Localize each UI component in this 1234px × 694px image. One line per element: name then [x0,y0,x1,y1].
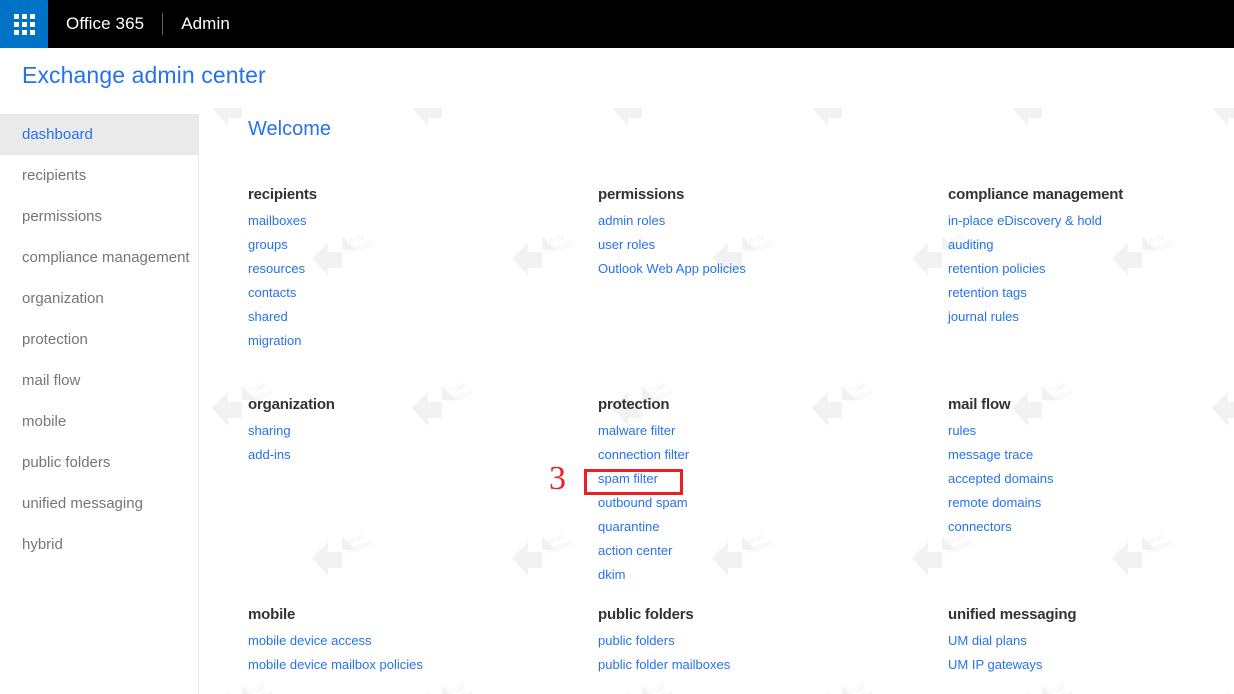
page-title: Exchange admin center [22,62,266,88]
sidebar-item-label: organization [22,290,104,307]
section-link-admin-roles[interactable]: admin roles [598,209,665,233]
main-content: mail master mail master mail master mail master… [200,108,1234,694]
office365-brand-link[interactable]: Office 365 [48,0,162,48]
section-title: mobile [248,606,296,623]
section-compliance-management: compliance management in-place eDiscovery… [948,186,1234,396]
welcome-heading: Welcome [248,118,331,140]
sidebar-item-compliance-management[interactable]: compliance management [0,237,198,278]
section-link-user-roles[interactable]: user roles [598,233,655,257]
sidebar-item-organization[interactable]: organization [0,278,198,319]
sidebar-item-label: hybrid [22,536,63,553]
sidebar-item-label: compliance management [22,249,190,266]
section-link-public-folder-mailboxes[interactable]: public folder mailboxes [598,653,730,677]
sidebar-item-public-folders[interactable]: public folders [0,442,198,483]
watermark-mail-master-icon: mailmaster [408,108,486,138]
section-unified-messaging: unified messaging UM dial plans UM IP gate… [948,606,1234,694]
section-mobile: mobile mobile device access mobile device … [248,606,598,694]
section-title: mail flow [948,396,1011,413]
section-link-sharing[interactable]: sharing [248,419,291,443]
sidebar-item-label: protection [22,331,88,348]
section-link-UM-dial-plans[interactable]: UM dial plans [948,629,1027,653]
section-row: mobile mobile device access mobile device … [248,606,1234,694]
section-row: recipients mailboxes groups resources contac… [248,186,1234,396]
sidebar-item-protection[interactable]: protection [0,319,198,360]
sidebar-item-label: dashboard [22,126,93,143]
section-permissions: permissions admin roles user roles Outlook … [598,186,948,396]
section-link-shared[interactable]: shared [248,305,288,329]
dashboard-sections-grid: recipients mailboxes groups resources contac… [248,186,1234,694]
sidebar-item-label: public folders [22,454,111,471]
sidebar-item-unified-messaging[interactable]: unified messaging [0,483,198,524]
sidebar-item-mobile[interactable]: mobile [0,401,198,442]
section-link-journal-rules[interactable]: journal rules [948,305,1019,329]
watermark-mail-master-icon: mailmaster [1008,108,1086,138]
sidebar-item-label: recipients [22,167,87,184]
waffle-grid-icon [13,13,35,35]
section-link-connection-filter[interactable]: connection filter [598,443,689,467]
section-link-malware-filter[interactable]: malware filter [598,419,675,443]
suite-bar: Office 365 Admin [0,0,1234,48]
sidebar-item-mail-flow[interactable]: mail flow [0,360,198,401]
sidebar-item-label: mobile [22,413,67,430]
section-link-public-folders[interactable]: public folders [598,629,675,653]
section-mail-flow: mail flow rules message trace accepted doma… [948,396,1234,606]
section-row: organization sharing add-ins protection malw… [248,396,1234,606]
section-title: recipients [248,186,317,203]
section-link-message-trace[interactable]: message trace [948,443,1033,467]
section-title: permissions [598,186,685,203]
watermark-mail-master-icon: mailmaster [1208,108,1234,138]
section-link-mailboxes[interactable]: mailboxes [248,209,307,233]
section-link-auditing[interactable]: auditing [948,233,994,257]
section-link-groups[interactable]: groups [248,233,288,257]
section-link-rules[interactable]: rules [948,419,976,443]
section-link-remote-domains[interactable]: remote domains [948,491,1041,515]
section-title: protection [598,396,670,413]
sidebar-item-recipients[interactable]: recipients [0,155,198,196]
section-link-Outlook-Web-App-policies[interactable]: Outlook Web App policies [598,257,746,281]
section-title: public folders [598,606,694,623]
admin-app-link[interactable]: Admin [163,0,248,48]
section-link-mobile-device-access[interactable]: mobile device access [248,629,372,653]
sidebar-item-label: permissions [22,208,103,225]
section-title: compliance management [948,186,1124,203]
sidebar-item-label: unified messaging [22,495,143,512]
section-title: organization [248,396,335,413]
section-link-spam-filter[interactable]: spam filter [598,467,658,491]
section-organization: organization sharing add-ins [248,396,598,606]
sidebar-item-permissions[interactable]: permissions [0,196,198,237]
sidebar-nav: dashboard recipients permissions compliance… [0,114,199,694]
section-link-UM-IP-gateways[interactable]: UM IP gateways [948,653,1042,677]
section-link-action-center[interactable]: action center [598,539,672,563]
section-link-in-place-eDiscovery-and-hold[interactable]: in-place eDiscovery & hold [948,209,1102,233]
app-launcher-button[interactable] [0,0,48,48]
section-link-outbound-spam[interactable]: outbound spam [598,491,688,515]
section-link-connectors[interactable]: connectors [948,515,1012,539]
watermark-mail-master-icon: mailmaster [808,108,886,138]
section-link-accepted-domains[interactable]: accepted domains [948,467,1054,491]
section-public-folders: public folders public folders public folde… [598,606,948,694]
section-link-add-ins[interactable]: add-ins [248,443,291,467]
section-link-retention-tags[interactable]: retention tags [948,281,1027,305]
section-link-migration[interactable]: migration [248,329,301,353]
sidebar-item-dashboard[interactable]: dashboard [0,114,198,155]
section-link-resources[interactable]: resources [248,257,305,281]
sidebar-item-hybrid[interactable]: hybrid [0,524,198,565]
section-link-contacts[interactable]: contacts [248,281,296,305]
section-title: unified messaging [948,606,1077,623]
section-link-retention-policies[interactable]: retention policies [948,257,1046,281]
watermark-mail-master-icon: mailmaster [608,108,686,138]
section-recipients: recipients mailboxes groups resources contac… [248,186,598,396]
section-link-quarantine[interactable]: quarantine [598,515,659,539]
section-protection: protection malware filter connection filte… [598,396,948,606]
sidebar-item-label: mail flow [22,372,81,389]
section-link-mobile-device-mailbox-policies[interactable]: mobile device mailbox policies [248,653,423,677]
section-link-dkim[interactable]: dkim [598,563,625,587]
